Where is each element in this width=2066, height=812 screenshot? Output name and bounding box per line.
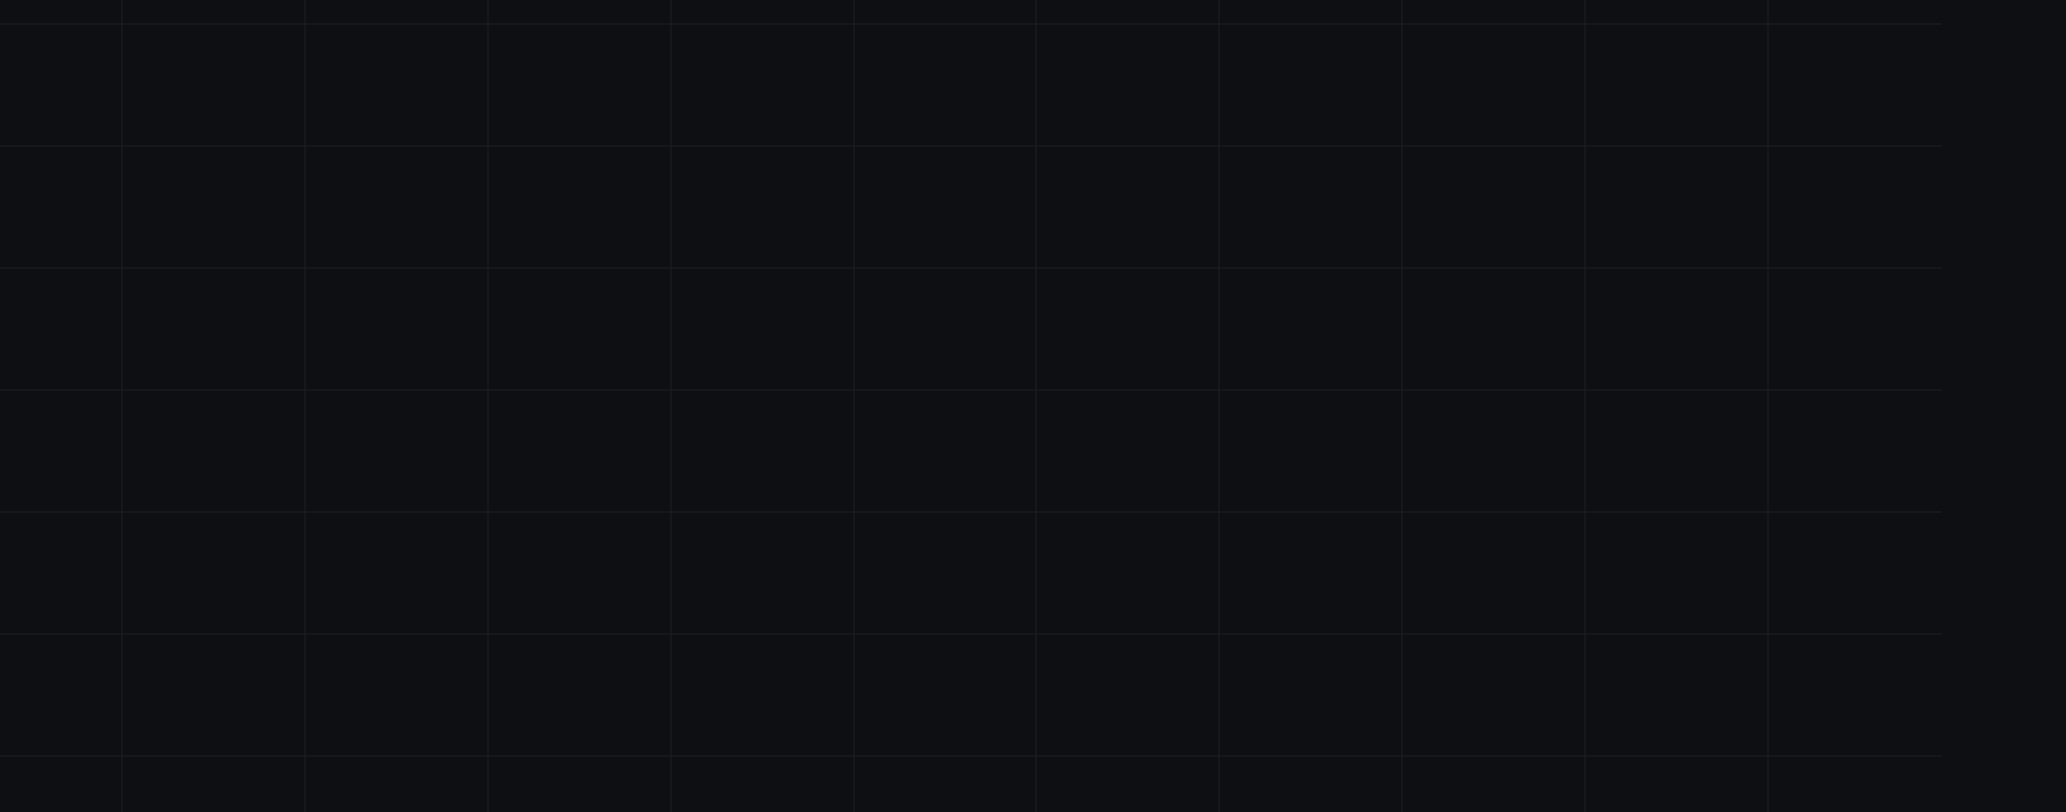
price-chart-svg[interactable]: 0.0% 69000.0023.6% 56368.3438.2% 48553.8… [0, 0, 2066, 812]
chart-background [0, 0, 2066, 812]
price-chart[interactable]: 0.0% 69000.0023.6% 56368.3438.2% 48553.8… [0, 0, 2066, 812]
